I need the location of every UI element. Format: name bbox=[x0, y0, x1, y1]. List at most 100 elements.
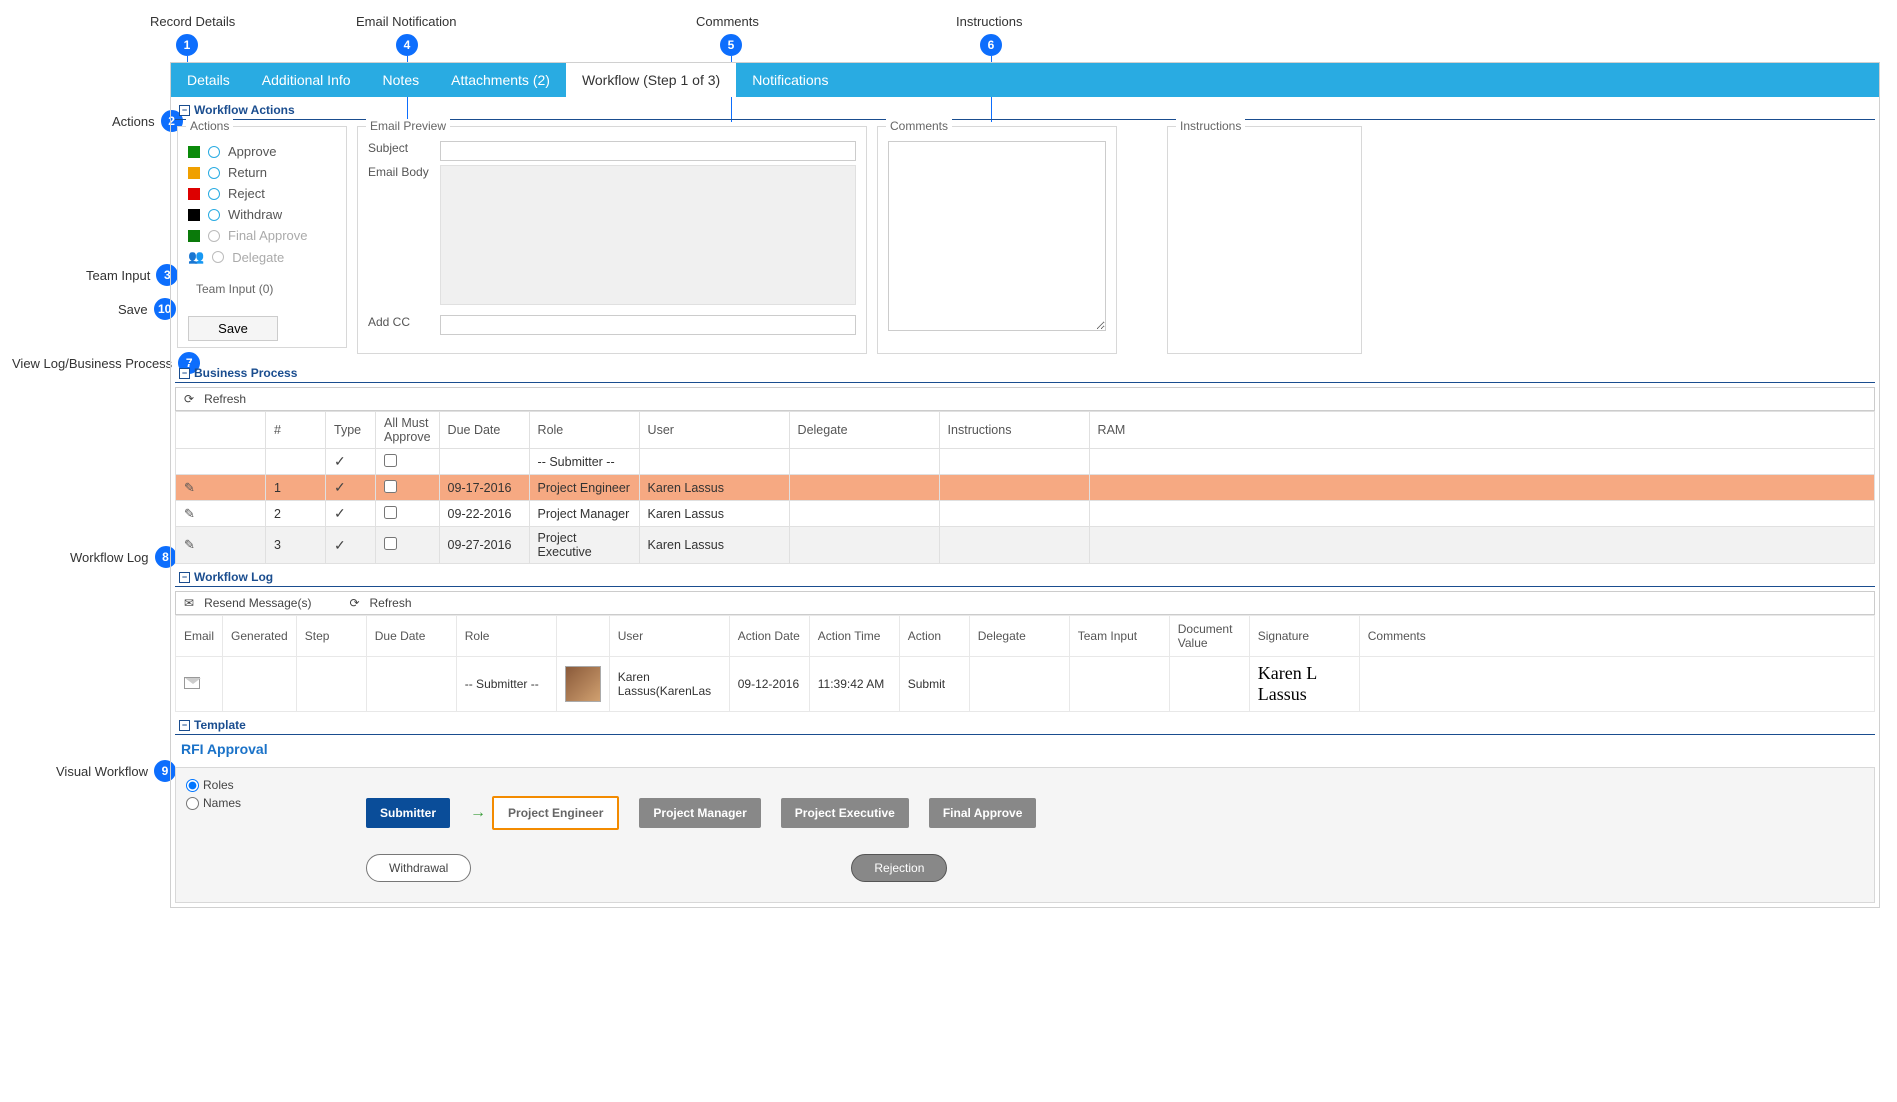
action-approve[interactable]: Approve bbox=[188, 141, 336, 162]
save-button[interactable]: Save bbox=[188, 316, 278, 341]
check-icon: ✓ bbox=[334, 479, 346, 495]
workflow-log-table: Email Generated Step Due Date Role User … bbox=[175, 615, 1875, 712]
edit-icon[interactable]: ✎ bbox=[184, 537, 195, 552]
resend-icon[interactable]: ✉ bbox=[184, 596, 194, 610]
comments-textarea[interactable] bbox=[888, 141, 1106, 331]
callout-10: Save 10 bbox=[118, 298, 176, 320]
signature: Karen L Lassus bbox=[1258, 663, 1317, 704]
mail-icon[interactable] bbox=[184, 677, 200, 689]
action-reject[interactable]: Reject bbox=[188, 183, 336, 204]
actions-title: Actions bbox=[186, 119, 233, 133]
vw-node-project-executive[interactable]: Project Executive bbox=[781, 798, 909, 828]
table-row[interactable]: ✎ 1 ✓ 09-17-2016 Project Engineer Karen … bbox=[176, 475, 1875, 501]
instructions-box: Instructions bbox=[1167, 126, 1362, 354]
radio-icon[interactable] bbox=[208, 209, 220, 221]
avatar bbox=[565, 666, 601, 702]
callout-1: Record Details 1 bbox=[150, 14, 235, 29]
all-must-checkbox[interactable] bbox=[384, 537, 397, 550]
square-green-icon bbox=[188, 230, 200, 242]
subject-input[interactable] bbox=[440, 141, 856, 161]
collapse-icon[interactable]: − bbox=[179, 368, 190, 379]
tab-bar: Details Additional Info Notes Attachment… bbox=[171, 63, 1879, 97]
refresh-icon[interactable]: ⟳ bbox=[184, 392, 194, 406]
business-process-table: # Type All Must Approve Due Date Role Us… bbox=[175, 411, 1875, 564]
edit-icon[interactable]: ✎ bbox=[184, 480, 195, 495]
section-business-process: − Business Process bbox=[175, 364, 1875, 383]
instructions-title: Instructions bbox=[1176, 119, 1245, 133]
section-workflow-log: − Workflow Log bbox=[175, 568, 1875, 587]
radio-icon[interactable] bbox=[208, 167, 220, 179]
callout-4: Email Notification 4 bbox=[356, 14, 456, 29]
tab-details[interactable]: Details bbox=[171, 63, 246, 97]
radio-icon bbox=[212, 251, 224, 263]
delegate-icon: 👥 bbox=[188, 249, 204, 265]
bp-toolbar: ⟳ Refresh bbox=[175, 387, 1875, 411]
radio-icon[interactable] bbox=[208, 146, 220, 158]
callout-6: Instructions 6 bbox=[956, 14, 1022, 29]
vw-node-rejection[interactable]: Rejection bbox=[851, 854, 947, 882]
vw-node-project-engineer[interactable]: Project Engineer bbox=[492, 796, 619, 830]
square-black-icon bbox=[188, 209, 200, 221]
callout-5: Comments 5 bbox=[696, 14, 759, 29]
vw-node-submitter[interactable]: Submitter bbox=[366, 798, 450, 828]
section-template: − Template bbox=[175, 716, 1875, 735]
tab-notes[interactable]: Notes bbox=[367, 63, 436, 97]
all-must-checkbox[interactable] bbox=[384, 506, 397, 519]
names-radio[interactable]: Names bbox=[186, 796, 241, 810]
refresh-icon[interactable]: ⟳ bbox=[349, 596, 359, 610]
vw-node-withdrawal[interactable]: Withdrawal bbox=[366, 854, 471, 882]
collapse-icon[interactable]: − bbox=[179, 105, 190, 116]
email-preview-box: Email Preview Subject Email Body Add CC bbox=[357, 126, 867, 354]
resend-button[interactable]: Resend Message(s) bbox=[204, 596, 311, 610]
collapse-icon[interactable]: − bbox=[179, 720, 190, 731]
refresh-button[interactable]: Refresh bbox=[204, 392, 246, 406]
comments-box: Comments bbox=[877, 126, 1117, 354]
check-icon: ✓ bbox=[334, 537, 346, 553]
tab-attachments[interactable]: Attachments (2) bbox=[435, 63, 566, 97]
radio-icon bbox=[208, 230, 220, 242]
action-delegate: 👥 Delegate bbox=[188, 246, 336, 268]
wl-toolbar: ✉ Resend Message(s) ⟳ Refresh bbox=[175, 591, 1875, 615]
all-must-checkbox[interactable] bbox=[384, 480, 397, 493]
table-row[interactable]: ✓ -- Submitter -- bbox=[176, 449, 1875, 475]
square-red-icon bbox=[188, 188, 200, 200]
tab-additional-info[interactable]: Additional Info bbox=[246, 63, 367, 97]
addcc-input[interactable] bbox=[440, 315, 856, 335]
email-body-area[interactable] bbox=[440, 165, 856, 305]
arrow-right-icon: → bbox=[470, 804, 486, 822]
refresh-button[interactable]: Refresh bbox=[370, 596, 412, 610]
collapse-icon[interactable]: − bbox=[179, 572, 190, 583]
check-icon: ✓ bbox=[334, 453, 346, 469]
callout-3: Team Input 3 bbox=[86, 264, 178, 286]
roles-radio[interactable]: Roles bbox=[186, 778, 241, 792]
radio-icon[interactable] bbox=[208, 188, 220, 200]
vw-node-final-approve[interactable]: Final Approve bbox=[929, 798, 1037, 828]
template-title: RFI Approval bbox=[171, 735, 1879, 763]
square-orange-icon bbox=[188, 167, 200, 179]
tab-notifications[interactable]: Notifications bbox=[736, 63, 844, 97]
check-icon: ✓ bbox=[334, 505, 346, 521]
section-workflow-actions: − Workflow Actions bbox=[175, 101, 1875, 120]
vw-node-project-manager[interactable]: Project Manager bbox=[639, 798, 760, 828]
square-green-icon bbox=[188, 146, 200, 158]
table-row[interactable]: ✎ 3 ✓ 09-27-2016 Project Executive Karen… bbox=[176, 527, 1875, 564]
visual-workflow-area: Roles Names Submitter → Project Engineer… bbox=[175, 767, 1875, 903]
all-must-checkbox[interactable] bbox=[384, 454, 397, 467]
vw-radio-group: Roles Names bbox=[186, 778, 241, 814]
action-final-approve: Final Approve bbox=[188, 225, 336, 246]
action-return[interactable]: Return bbox=[188, 162, 336, 183]
action-withdraw[interactable]: Withdraw bbox=[188, 204, 336, 225]
callout-8: Workflow Log 8 bbox=[70, 546, 177, 568]
table-row[interactable]: -- Submitter -- Karen Lassus(KarenLas 09… bbox=[176, 657, 1875, 712]
subject-label: Subject bbox=[368, 141, 430, 155]
tab-workflow[interactable]: Workflow (Step 1 of 3) bbox=[566, 63, 736, 97]
addcc-label: Add CC bbox=[368, 315, 430, 329]
actions-box: Actions Approve Return Reject bbox=[177, 126, 347, 348]
main-panel: Details Additional Info Notes Attachment… bbox=[170, 62, 1880, 908]
comments-title: Comments bbox=[886, 119, 952, 133]
edit-icon[interactable]: ✎ bbox=[184, 506, 195, 521]
email-preview-title: Email Preview bbox=[366, 119, 450, 133]
body-label: Email Body bbox=[368, 165, 430, 179]
callout-9: Visual Workflow 9 bbox=[56, 760, 176, 782]
table-row[interactable]: ✎ 2 ✓ 09-22-2016 Project Manager Karen L… bbox=[176, 501, 1875, 527]
